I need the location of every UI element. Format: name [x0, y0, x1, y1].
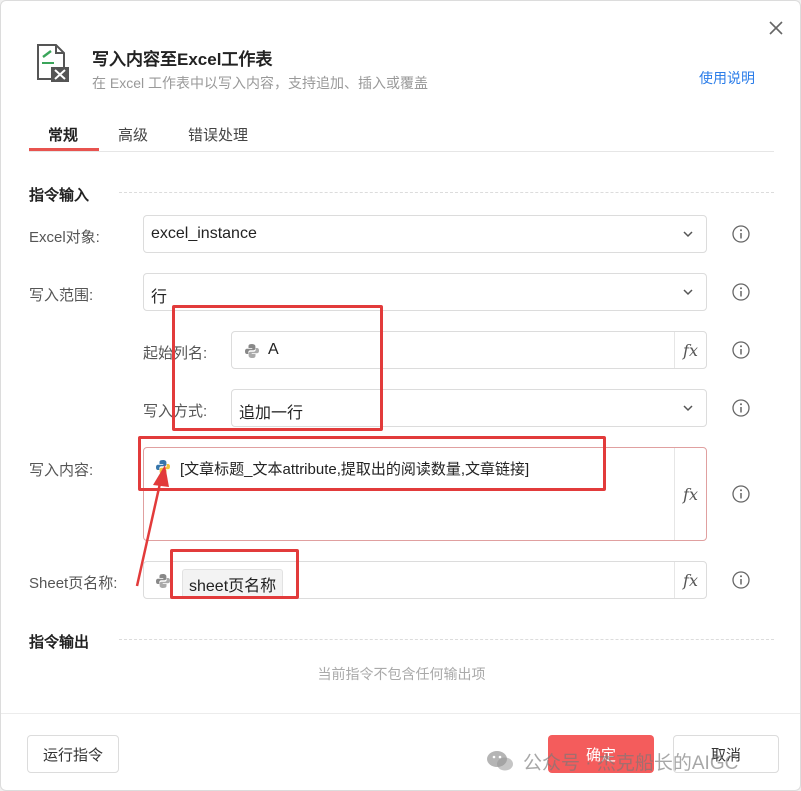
run-command-button[interactable]: 运行指令: [27, 735, 119, 773]
fx-button[interactable]: fx: [674, 332, 706, 368]
info-icon[interactable]: [732, 399, 750, 417]
info-icon[interactable]: [732, 225, 750, 243]
dialog-title: 写入内容至Excel工作表: [92, 50, 273, 69]
chevron-down-icon: [683, 231, 693, 238]
annotation-box-write-content: [138, 436, 606, 491]
cancel-button[interactable]: 取消: [673, 735, 779, 773]
fx-button[interactable]: fx: [674, 562, 706, 598]
write-range-value: 行: [151, 289, 168, 306]
info-icon[interactable]: [732, 485, 750, 503]
wechat-icon: [487, 751, 513, 771]
excel-object-label: Excel对象:: [29, 229, 100, 246]
section-title-input: 指令输入: [29, 187, 90, 204]
active-tab-indicator: [29, 148, 99, 151]
info-icon[interactable]: [732, 341, 750, 359]
info-icon[interactable]: [732, 283, 750, 301]
excel-write-icon: [37, 44, 69, 82]
excel-object-value: excel_instance: [151, 225, 257, 242]
info-icon[interactable]: [732, 571, 750, 589]
annotation-box-sheet-name: [170, 549, 299, 599]
tab-error-handling[interactable]: 错误处理: [188, 124, 248, 145]
footer-divider: [1, 713, 800, 714]
section-divider: [119, 192, 774, 193]
empty-output-text: 当前指令不包含任何输出项: [317, 666, 486, 682]
annotation-box-range-settings: [172, 305, 383, 431]
fx-button[interactable]: fx: [674, 448, 706, 540]
write-content-label: 写入内容:: [29, 462, 94, 479]
section-divider: [119, 639, 774, 640]
help-link[interactable]: 使用说明: [699, 68, 755, 88]
write-excel-dialog: 写入内容至Excel工作表 在 Excel 工作表中以写入内容，支持追加、插入或…: [0, 0, 801, 791]
tab-advanced[interactable]: 高级: [118, 124, 148, 145]
section-title-output: 指令输出: [29, 634, 90, 651]
sheet-name-label: Sheet页名称:: [29, 575, 118, 592]
dialog-subtitle: 在 Excel 工作表中以写入内容，支持追加、插入或覆盖: [92, 75, 429, 91]
confirm-button[interactable]: 确定: [548, 735, 654, 773]
annotation-arrow: [135, 465, 169, 587]
write-range-label: 写入范围:: [29, 287, 94, 304]
tab-bar: 常规 高级 错误处理: [29, 121, 774, 152]
excel-object-select[interactable]: excel_instance: [143, 215, 707, 253]
close-icon[interactable]: [765, 17, 787, 39]
chevron-down-icon: [683, 289, 693, 296]
tab-general[interactable]: 常规: [48, 124, 78, 145]
chevron-down-icon: [683, 405, 693, 412]
